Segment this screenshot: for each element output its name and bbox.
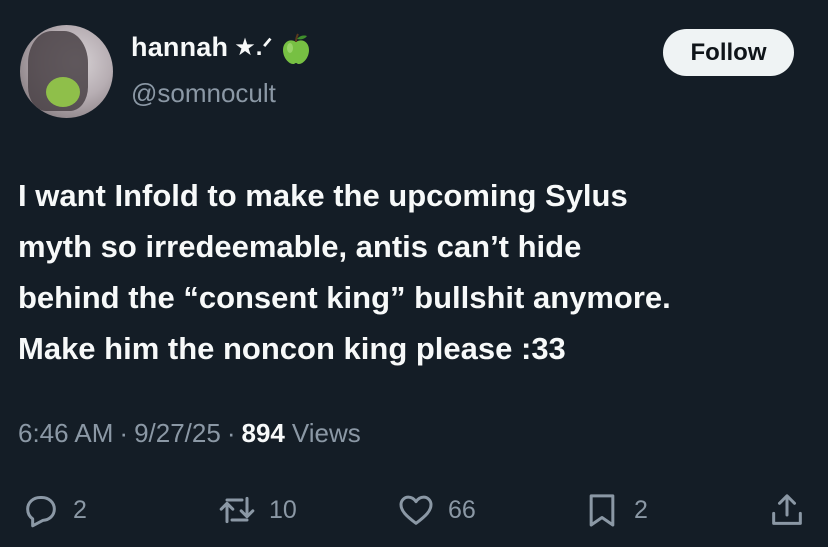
name-decoration: ★.ᐟ <box>234 34 273 61</box>
views-count: 894 <box>241 418 285 448</box>
tweet-text-line: I want Infold to make the upcoming Sylus <box>18 178 628 213</box>
author-name-row: hannah ★.ᐟ <box>131 32 311 64</box>
like-button[interactable]: 66 <box>396 488 476 532</box>
heart-icon <box>396 490 436 530</box>
bookmark-count: 2 <box>634 495 648 524</box>
repost-icon <box>217 490 257 530</box>
tweet-time[interactable]: 6:46 AM <box>18 418 113 449</box>
avatar[interactable] <box>20 25 113 118</box>
tweet-date[interactable]: 9/27/25 <box>134 418 221 449</box>
author-handle[interactable]: @somnocult <box>131 78 276 109</box>
share-icon <box>767 490 807 530</box>
tweet-text: I want Infold to make the upcoming Sylus… <box>18 170 808 374</box>
tweet-actions: 2 10 66 2 <box>0 488 828 532</box>
views-label: Views <box>291 418 361 448</box>
bookmark-icon <box>582 490 622 530</box>
follow-button[interactable]: Follow <box>663 29 794 76</box>
meta-separator: · <box>226 418 236 448</box>
tweet-text-line: behind the “consent king” bullshit anymo… <box>18 280 671 315</box>
green-apple-icon <box>281 33 311 64</box>
meta-separator: · <box>119 418 129 448</box>
like-count: 66 <box>448 495 476 524</box>
reply-button[interactable]: 2 <box>21 488 87 532</box>
repost-button[interactable]: 10 <box>217 488 297 532</box>
tweet-text-line: myth so irredeemable, antis can’t hide <box>18 229 582 264</box>
bookmark-button[interactable]: 2 <box>582 488 648 532</box>
avatar-apple <box>46 77 80 107</box>
reply-icon <box>21 490 61 530</box>
reply-count: 2 <box>73 495 87 524</box>
share-button[interactable] <box>767 488 807 532</box>
repost-count: 10 <box>269 495 297 524</box>
display-name[interactable]: hannah <box>131 32 228 63</box>
tweet-meta: 6:46 AM · 9/27/25 · 894 Views <box>18 418 361 449</box>
tweet-text-line: Make him the noncon king please :33 <box>18 331 566 366</box>
